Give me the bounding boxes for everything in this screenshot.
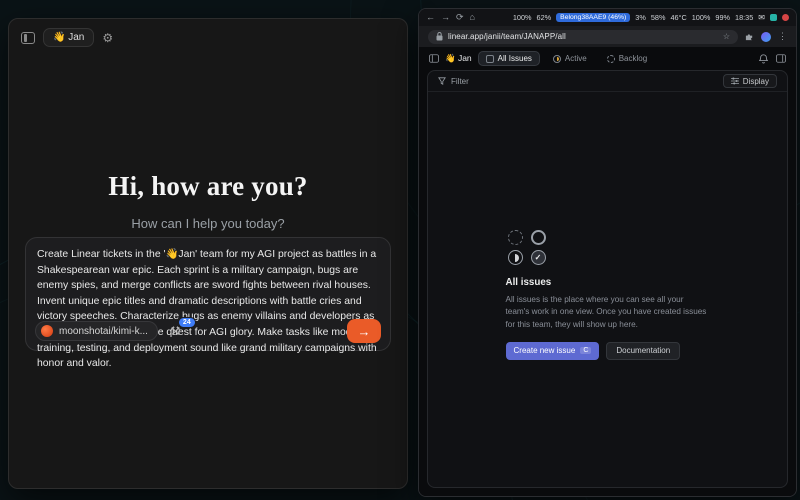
linear-sidebar-toggle-icon[interactable]: [429, 54, 439, 63]
empty-state-actions: Create new issue C Documentation: [506, 342, 710, 360]
clock: 18:35: [735, 13, 753, 22]
browser-toolbar: ← → ⟳ ⌂ 100% 62% Belong38AAE9 (46%) 3% 5…: [419, 9, 796, 26]
back-icon[interactable]: ←: [426, 13, 435, 22]
filter-label: Filter: [451, 77, 469, 86]
lock-icon: [436, 32, 443, 41]
desktop: { "jan_app": { "titlebar": { "team_chip_…: [0, 0, 800, 500]
jan-titlebar: 👋 Jan ⚙: [9, 19, 407, 56]
empty-state-title: All issues: [506, 277, 710, 288]
extensions-puzzle-icon[interactable]: [745, 32, 754, 41]
settings-gear-icon[interactable]: ⚙: [102, 32, 113, 44]
status-tray: 100% 62% Belong38AAE9 (46%) 3% 58% 46°C …: [513, 13, 789, 22]
bookmark-star-icon[interactable]: ☆: [723, 32, 730, 41]
notifications-bell-icon[interactable]: [759, 54, 768, 64]
todo-circle-icon: [531, 230, 546, 245]
display-sliders-icon: [731, 77, 739, 85]
model-provider-icon: [41, 325, 53, 337]
check-icon: ✓: [535, 253, 542, 262]
filter-funnel-icon: [438, 77, 446, 85]
all-issues-icon: [486, 55, 494, 63]
empty-state: ✓ All issues All issues is the place whe…: [506, 230, 710, 360]
tab-backlog-label: Backlog: [619, 54, 647, 63]
tab-active-label: Active: [565, 54, 587, 63]
right-panel-icon[interactable]: [776, 54, 786, 63]
jan-app-window: 👋 Jan ⚙ Hi, how are you? How can I help …: [8, 18, 408, 489]
create-new-issue-label: Create new issue: [514, 346, 576, 355]
stat-99: 99%: [715, 13, 730, 22]
greeting-subtitle: How can I help you today?: [9, 216, 407, 231]
linear-issues-panel: Filter Display ✓: [427, 70, 788, 488]
app-tray-icon[interactable]: [770, 14, 777, 21]
browser-menu-icon[interactable]: ⋮: [778, 31, 787, 42]
linear-app: 👋 Jan All Issues Active Backlog: [419, 47, 796, 496]
documentation-button[interactable]: Documentation: [606, 342, 680, 360]
address-bar[interactable]: linear.app/janii/team/JANAPP/all ☆: [428, 30, 738, 44]
linear-team-label[interactable]: 👋 Jan: [445, 53, 472, 64]
tab-active[interactable]: Active: [546, 52, 594, 65]
active-status-icon: [553, 55, 561, 63]
team-chip[interactable]: 👋 Jan: [43, 28, 94, 47]
filter-button[interactable]: Filter: [438, 77, 469, 86]
display-label: Display: [743, 77, 769, 86]
done-circle-icon: ✓: [531, 250, 546, 265]
linear-team-name: 👋 Jan: [445, 53, 472, 64]
backlog-status-icon: [607, 55, 615, 63]
jan-logo-emoji: 👋 Jan: [53, 32, 84, 43]
filter-bar: Filter Display: [428, 71, 787, 92]
record-tray-icon[interactable]: [782, 14, 789, 21]
send-arrow-icon: →: [358, 324, 371, 339]
empty-state-description: All issues is the place where you can se…: [506, 294, 710, 331]
tab-all-issues[interactable]: All Issues: [478, 51, 540, 66]
composer-toolbar: moonshotai/kimi-k... ⚒ 24 →: [35, 319, 381, 343]
reload-icon[interactable]: ⟳: [456, 13, 464, 22]
linear-header-actions: [759, 54, 786, 64]
temperature-status: 46°C: [670, 13, 686, 22]
stat-3: 3%: [635, 13, 646, 22]
prompt-input-text[interactable]: Create Linear tickets in the '👋Jan' team…: [37, 247, 379, 372]
greeting-block: Hi, how are you? How can I help you toda…: [9, 171, 407, 231]
stat-58: 58%: [651, 13, 666, 22]
stat-100: 100%: [692, 13, 711, 22]
chat-composer[interactable]: Create Linear tickets in the '👋Jan' team…: [25, 237, 391, 351]
battery-status: 100%: [513, 13, 532, 22]
network-badge: Belong38AAE9 (46%): [556, 13, 630, 22]
address-bar-row: linear.app/janii/team/JANAPP/all ☆ ⋮: [419, 26, 796, 47]
home-icon[interactable]: ⌂: [470, 13, 475, 22]
create-shortcut-key: C: [580, 347, 591, 354]
url-text: linear.app/janii/team/JANAPP/all: [448, 32, 566, 41]
display-button[interactable]: Display: [723, 74, 777, 88]
forward-icon[interactable]: →: [441, 13, 450, 22]
cpu-status: 62%: [537, 13, 552, 22]
profile-avatar[interactable]: [761, 32, 771, 42]
tab-all-issues-label: All Issues: [498, 54, 532, 63]
linear-header: 👋 Jan All Issues Active Backlog: [419, 47, 796, 70]
create-new-issue-button[interactable]: Create new issue C: [506, 342, 600, 360]
in-progress-circle-icon: [508, 250, 523, 265]
backlog-circle-icon: [508, 230, 523, 245]
greeting-title: Hi, how are you?: [9, 171, 407, 202]
status-icons-cluster: ✓: [508, 230, 547, 265]
model-selector-chip[interactable]: moonshotai/kimi-k...: [35, 321, 158, 341]
mail-tray-icon[interactable]: ✉: [758, 13, 765, 22]
send-button[interactable]: →: [347, 319, 381, 343]
sidebar-toggle-icon[interactable]: [21, 32, 35, 44]
tools-count-badge: 24: [178, 317, 196, 328]
model-selector-label: moonshotai/kimi-k...: [59, 326, 148, 337]
tab-backlog[interactable]: Backlog: [600, 52, 654, 65]
tools-button[interactable]: ⚒ 24: [170, 324, 181, 338]
browser-window: ← → ⟳ ⌂ 100% 62% Belong38AAE9 (46%) 3% 5…: [418, 8, 797, 497]
